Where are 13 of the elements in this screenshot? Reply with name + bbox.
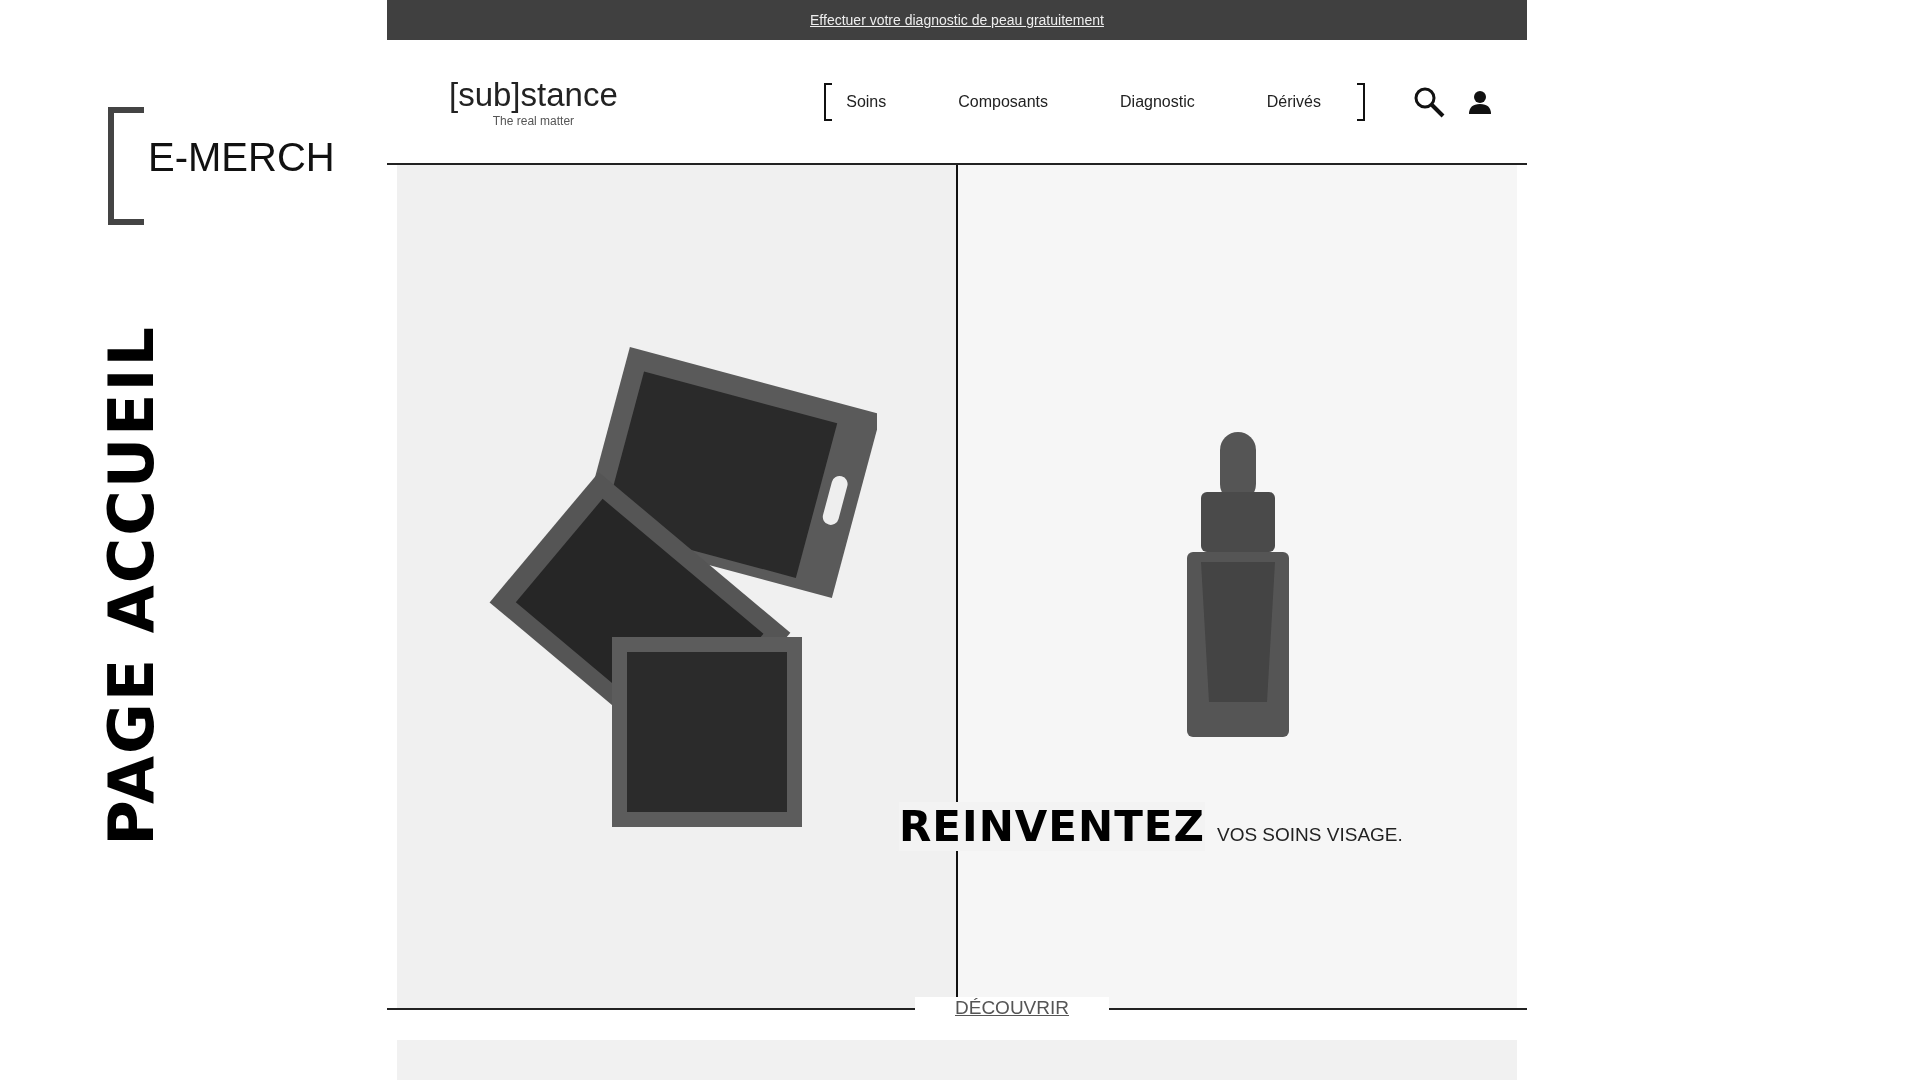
nav-link[interactable]: Dérivés bbox=[1230, 92, 1357, 111]
nav-link[interactable]: Soins bbox=[832, 92, 923, 111]
bracket-mark bbox=[824, 82, 833, 121]
nav-link[interactable]: Diagnostic bbox=[1084, 92, 1231, 111]
hero-subline: VOS SOINS VISAGE. bbox=[1216, 824, 1403, 847]
bracket-mark bbox=[1357, 82, 1365, 121]
hero-headline: REINVENTEZ bbox=[899, 802, 1205, 852]
nav-link[interactable]: Composants bbox=[922, 92, 1085, 111]
brand-tagline: The real matter bbox=[492, 113, 575, 128]
slide-title: PAGE ACCUEIL bbox=[95, 325, 168, 846]
section-label: E-MERCH bbox=[148, 134, 335, 180]
brand-logo[interactable]: [sub]stance bbox=[449, 75, 618, 114]
announcement-link[interactable]: Effectuer votre diagnostic de peau gratuitement bbox=[810, 11, 1104, 28]
